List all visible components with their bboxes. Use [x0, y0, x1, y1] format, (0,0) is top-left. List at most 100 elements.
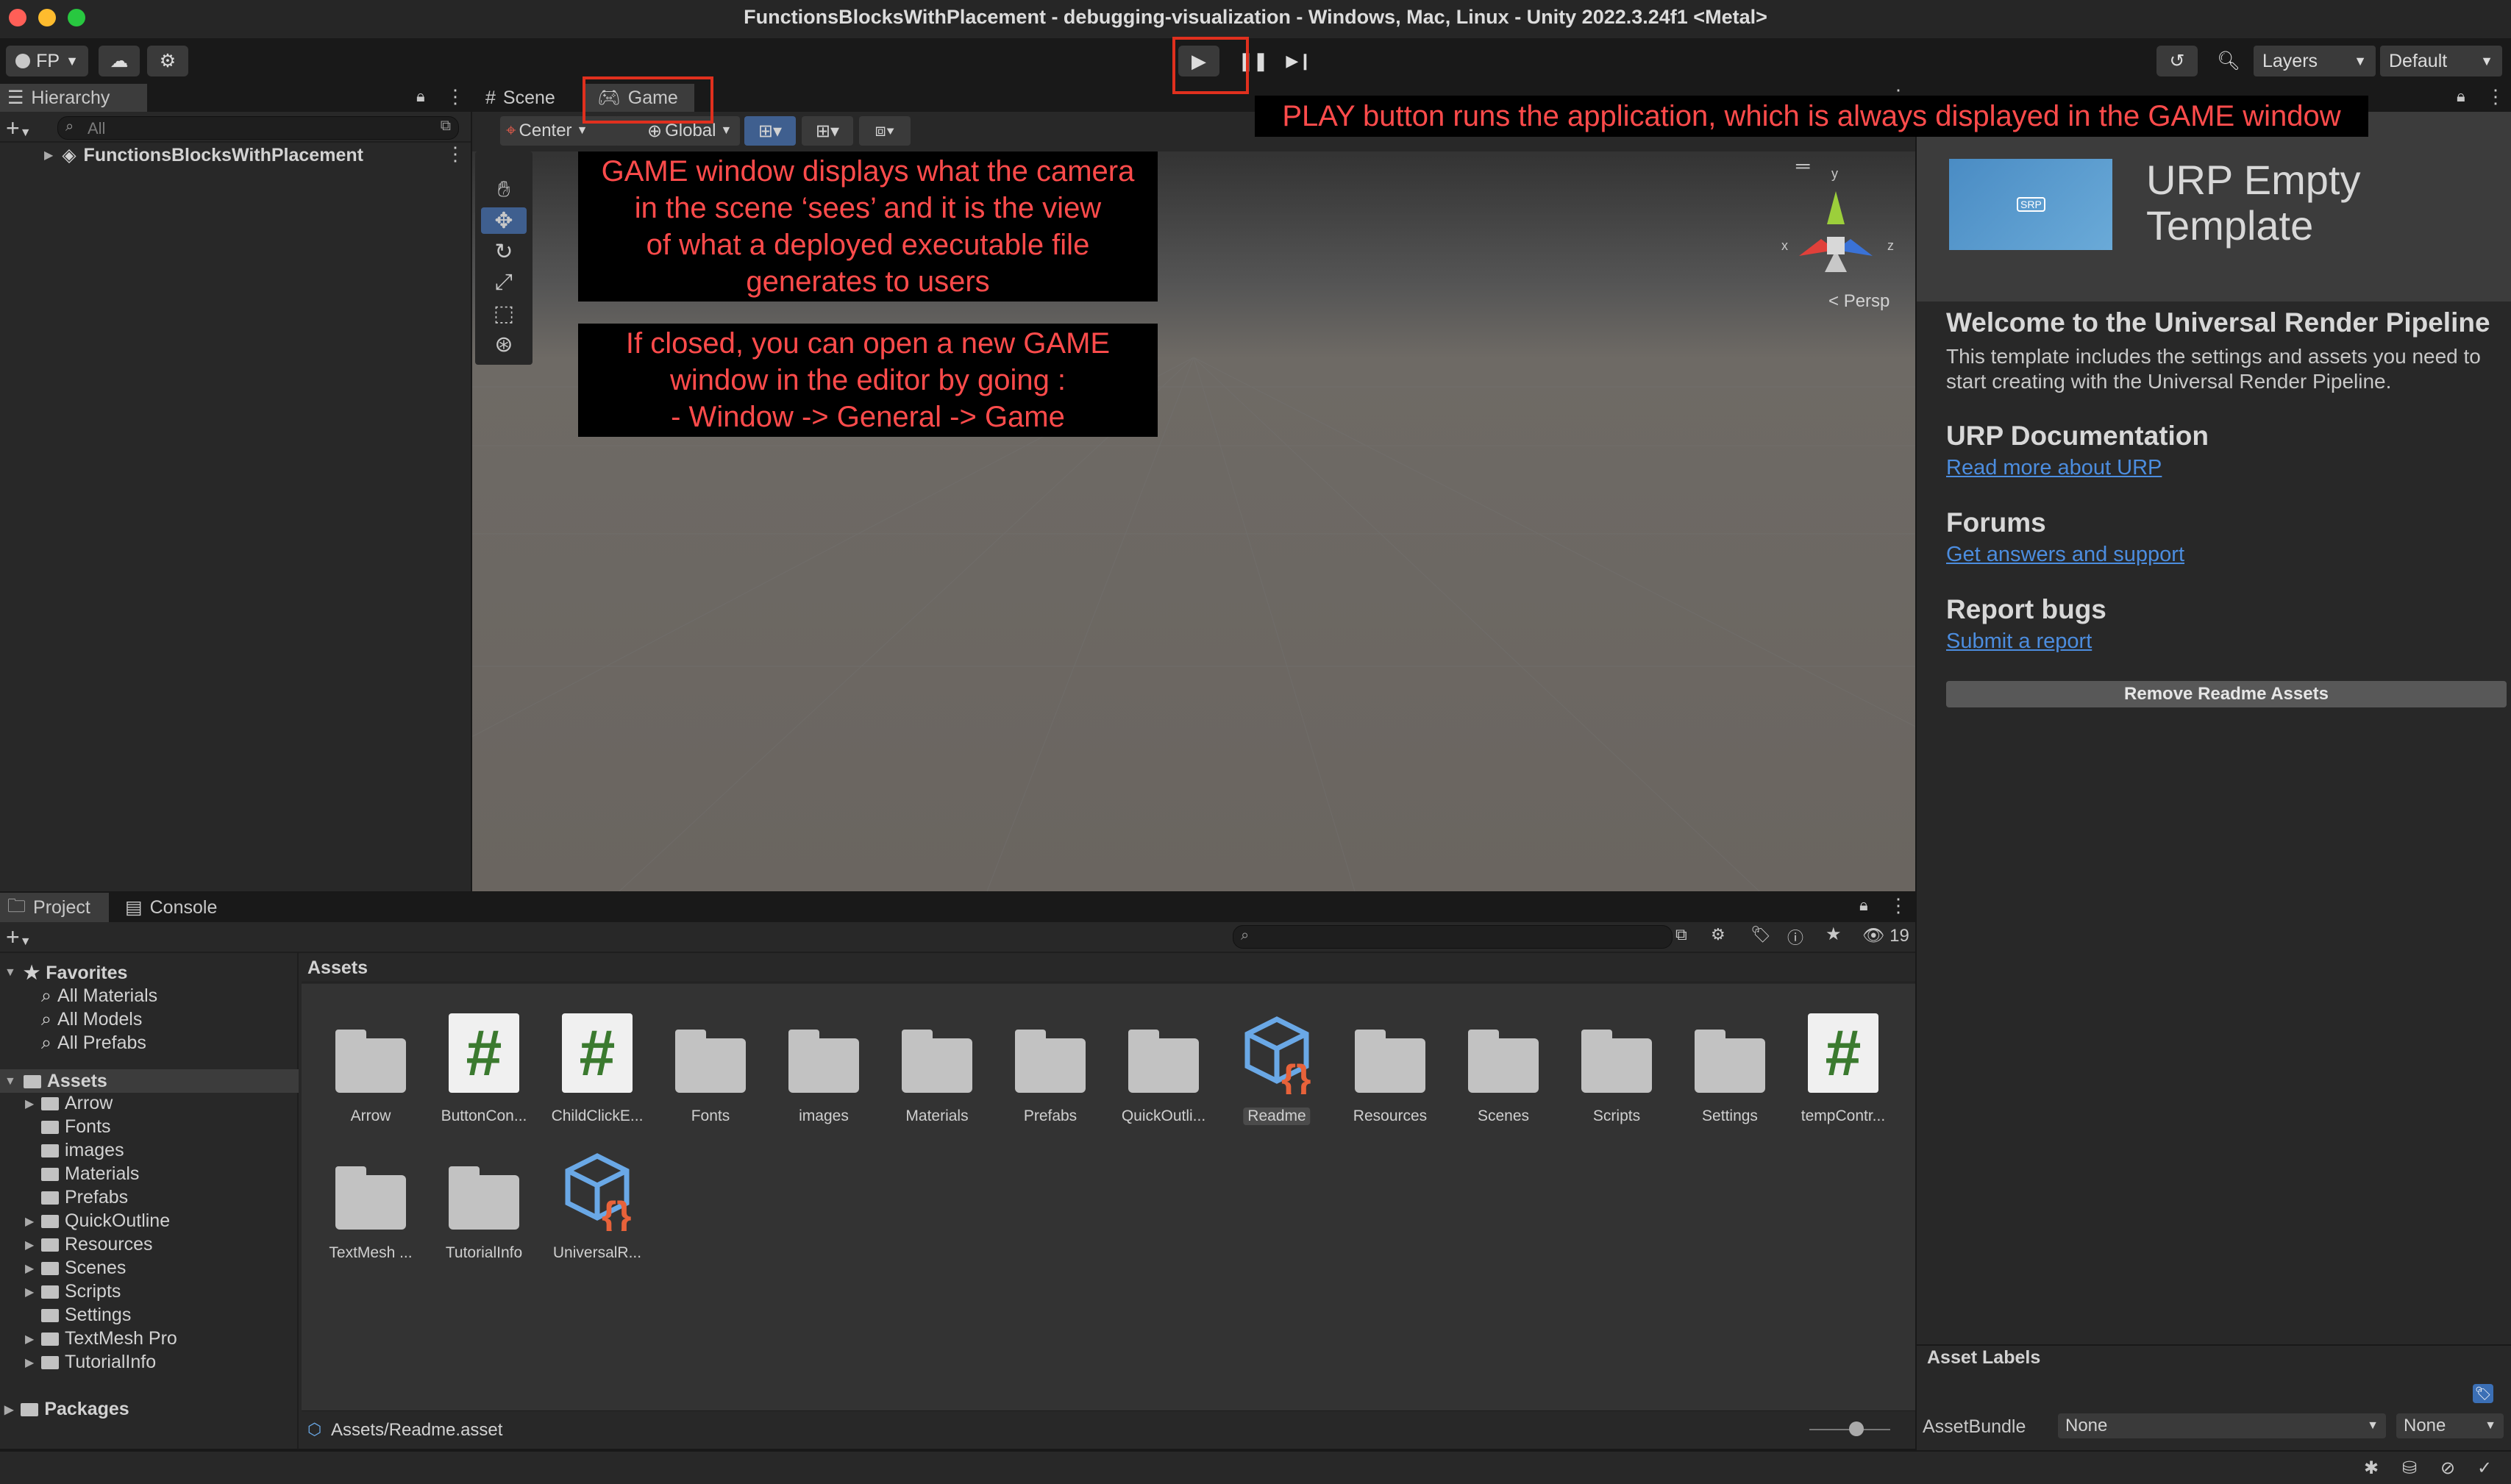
step-button[interactable]: ▶❙ [1278, 46, 1319, 76]
asset-folder-node[interactable]: ▶ QuickOutline [25, 1210, 170, 1232]
asset-tile[interactable]: TextMesh ... [316, 1150, 426, 1268]
favorite-item[interactable]: ⌕ All Models [41, 1009, 142, 1030]
progress-check-icon[interactable]: ✓ [2477, 1458, 2492, 1479]
expand-arrow-icon[interactable]: ▶ [25, 1238, 41, 1252]
favorites-node[interactable]: ▼ ★ Favorites [4, 962, 127, 984]
undo-history-button[interactable]: ↺ [2156, 46, 2198, 76]
lock-icon[interactable]: 🔒︎ [416, 87, 425, 106]
asset-tile[interactable]: QuickOutli... [1108, 1013, 1219, 1131]
doc-link[interactable]: Read more about URP [1946, 456, 2162, 480]
asset-tile[interactable]: # ButtonCon... [429, 1013, 539, 1131]
layout-dropdown[interactable]: Default ▼ [2380, 46, 2502, 76]
search-button[interactable]: 🔍︎ [2208, 46, 2249, 76]
project-search-input[interactable]: ⌕ [1233, 925, 1673, 949]
auto-generate-lighting-icon[interactable]: ⊘ [2440, 1458, 2455, 1479]
favorite-item[interactable]: ⌕ All Materials [41, 985, 157, 1007]
icon-size-slider-handle[interactable] [1849, 1421, 1864, 1436]
layers-dropdown[interactable]: Layers ▼ [2254, 46, 2376, 76]
expand-arrow-icon[interactable]: ▶ [44, 148, 53, 163]
asset-tile[interactable]: # ChildClickE... [542, 1013, 652, 1131]
asset-tile[interactable]: Prefabs [995, 1013, 1105, 1131]
assetbundle-variant-dropdown[interactable]: None ▼ [2396, 1413, 2504, 1438]
asset-folder-node[interactable]: ▶ Scenes [25, 1258, 126, 1279]
favorite-star-icon[interactable]: ★ [1826, 924, 1842, 945]
hand-tool-button[interactable]: ✋︎ [481, 176, 527, 203]
rect-tool-button[interactable]: ⬚ [481, 300, 527, 327]
asset-folder-node[interactable]: Settings [25, 1305, 131, 1326]
asset-folder-node[interactable]: Prefabs [25, 1187, 128, 1208]
tab-scene[interactable]: # Scene [472, 84, 583, 112]
asset-folder-node[interactable]: ▶ TutorialInfo [25, 1352, 156, 1373]
collab-settings-button[interactable]: ⚙ [147, 46, 188, 76]
remove-readme-button[interactable]: Remove Readme Assets [1946, 681, 2507, 707]
tab-project[interactable]: 🗀 Project [0, 893, 109, 922]
more-options-icon[interactable]: ⋮ [446, 143, 465, 165]
expand-arrow-icon[interactable]: ▶ [25, 1285, 41, 1299]
log-types-icon[interactable]: ⓘ [1787, 925, 1803, 949]
expand-arrow-icon[interactable]: ▶ [25, 1332, 41, 1346]
expand-arrow-icon[interactable]: ▶ [25, 1355, 41, 1370]
assetbundle-dropdown[interactable]: None ▼ [2058, 1413, 2386, 1438]
search-options-icon[interactable]: ⧉ [441, 118, 451, 135]
favorite-item[interactable]: ⌕ All Prefabs [41, 1032, 146, 1054]
grid-snap-toggle[interactable]: ⊞▾ [744, 116, 796, 146]
asset-tile[interactable]: # tempContr... [1788, 1013, 1898, 1131]
asset-tile[interactable]: Resources [1335, 1013, 1445, 1131]
label-tag-icon[interactable]: 🏷︎ [2473, 1384, 2493, 1403]
expand-arrow-icon[interactable]: ▶ [25, 1261, 41, 1276]
asset-tile[interactable]: images [769, 1013, 879, 1131]
increment-snap-toggle[interactable]: ⧈▾ [859, 116, 911, 146]
expand-arrow-icon[interactable]: ▶ [4, 1402, 13, 1417]
asset-tile[interactable]: Fonts [655, 1013, 766, 1131]
asset-folder-node[interactable]: ▶ Scripts [25, 1281, 121, 1302]
lock-icon[interactable]: 🔒︎ [1859, 896, 1868, 915]
asset-tile[interactable]: TutorialInfo [429, 1150, 539, 1268]
debug-bug-icon[interactable]: ✱ [2364, 1458, 2379, 1479]
asset-tile[interactable]: Settings [1675, 1013, 1785, 1131]
tab-console[interactable]: ▤ Console [118, 893, 235, 922]
account-dropdown[interactable]: FP ▼ [6, 46, 88, 76]
more-options-icon[interactable]: ⋮ [1889, 894, 1908, 917]
filter-label-icon[interactable]: 🏷︎ [1750, 925, 1771, 944]
cache-server-icon[interactable]: ⛁ [2402, 1458, 2417, 1479]
asset-folder-node[interactable]: Materials [25, 1163, 139, 1185]
breadcrumb-assets[interactable]: Assets [307, 957, 368, 979]
expand-arrow-icon[interactable]: ▶ [25, 1214, 41, 1229]
filter-type-icon[interactable]: ⚙ [1711, 925, 1725, 944]
asset-tile[interactable]: Materials [882, 1013, 992, 1131]
asset-tile[interactable]: Scripts [1561, 1013, 1672, 1131]
asset-tile[interactable]: Scenes [1448, 1013, 1559, 1131]
tab-hierarchy[interactable]: ☰ Hierarchy [0, 84, 147, 112]
packages-node[interactable]: ▶ Packages [4, 1399, 129, 1420]
orientation-gizmo[interactable]: ═ y x z < Persp [1770, 154, 1902, 324]
cloud-button[interactable]: ☁ [99, 46, 140, 76]
assets-node[interactable]: ▼ Assets [4, 1071, 107, 1092]
move-tool-button[interactable]: ✥ [481, 207, 527, 234]
hierarchy-search-input[interactable]: ⌕ All ⧉ [57, 116, 459, 140]
hierarchy-root-scene[interactable]: ▶ ◈ FunctionsBlocksWithPlacement [44, 144, 363, 166]
bugs-link[interactable]: Submit a report [1946, 629, 2092, 654]
lock-icon[interactable]: 🔒︎ [2457, 87, 2465, 106]
create-asset-button[interactable]: +▼ [6, 924, 32, 951]
expand-arrow-icon[interactable]: ▼ [4, 966, 16, 980]
asset-tile[interactable]: {} Readme [1222, 1013, 1332, 1131]
search-by-type-icon[interactable]: ⧉ [1675, 925, 1687, 944]
rotate-tool-button[interactable]: ↻ [481, 238, 527, 265]
asset-folder-node[interactable]: ▶ TextMesh Pro [25, 1328, 177, 1349]
forums-link[interactable]: Get answers and support [1946, 543, 2184, 567]
asset-folder-node[interactable]: Fonts [25, 1116, 111, 1138]
more-options-icon[interactable]: ⋮ [2486, 85, 2505, 108]
add-object-button[interactable]: +▼ [6, 115, 32, 142]
asset-folder-node[interactable]: ▶ Resources [25, 1234, 153, 1255]
hidden-packages-toggle[interactable]: 👁︎ 19 [1862, 925, 1909, 946]
projection-toggle[interactable]: < Persp [1828, 291, 1890, 312]
more-options-icon[interactable]: ⋮ [446, 85, 465, 108]
asset-tile[interactable]: Arrow [316, 1013, 426, 1131]
transform-tool-button[interactable]: ⊛ [481, 331, 527, 357]
expand-arrow-icon[interactable]: ▼ [4, 1075, 16, 1088]
grid-visibility-toggle[interactable]: ⊞▾ [802, 116, 853, 146]
expand-arrow-icon[interactable]: ▶ [25, 1096, 41, 1111]
asset-folder-node[interactable]: images [25, 1140, 124, 1161]
scale-tool-button[interactable]: ⤢ [481, 269, 527, 296]
asset-tile[interactable]: {} UniversalR... [542, 1150, 652, 1268]
